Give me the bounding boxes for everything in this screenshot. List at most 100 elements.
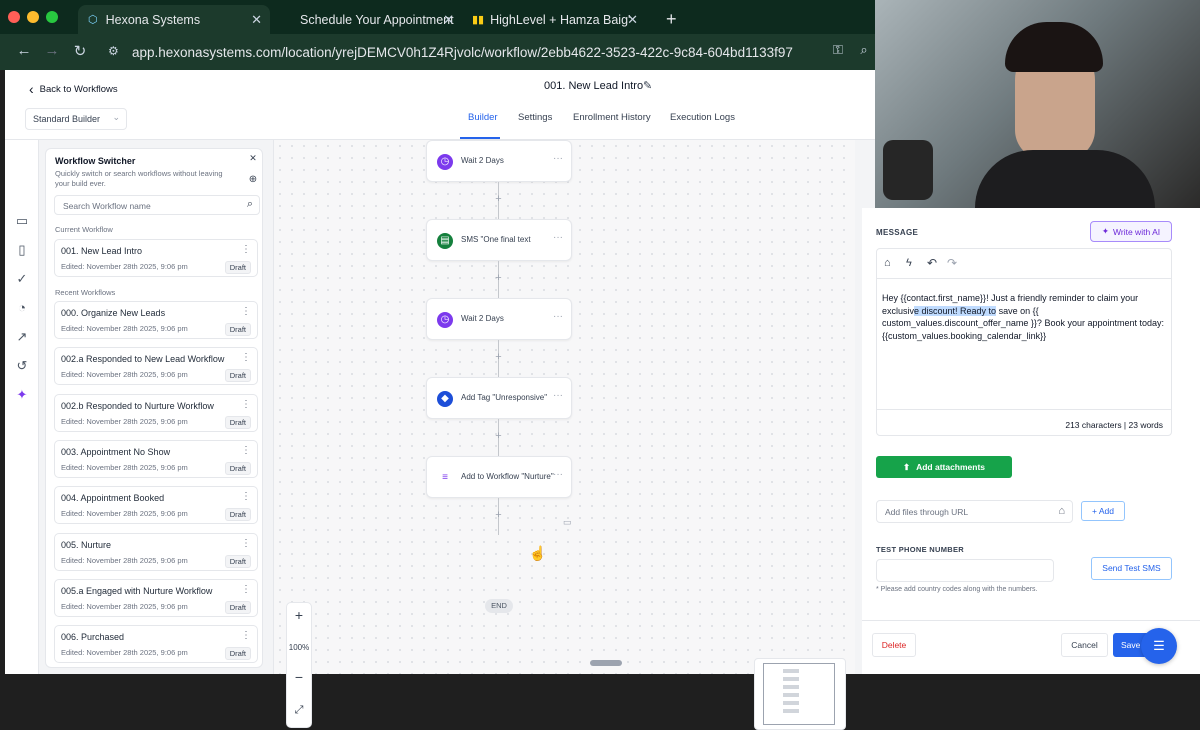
comment-icon[interactable]: ▭: [563, 517, 572, 528]
add-attachments-button[interactable]: ⬆ Add attachments: [876, 456, 1012, 478]
workflow-canvas[interactable]: ◷ Wait 2 Days ··· + ▤ SMS "One final text ··· +…: [273, 140, 855, 730]
workflow-node[interactable]: ◷ Wait 2 Days ···: [426, 298, 572, 340]
add-step-icon[interactable]: +: [493, 352, 504, 363]
more-vertical-icon[interactable]: ⋮: [241, 584, 251, 595]
horizontal-scroll-handle[interactable]: [590, 660, 622, 666]
message-label: MESSAGE: [876, 228, 919, 237]
back-arrow-icon[interactable]: ←: [14, 42, 34, 59]
recent-workflow-card[interactable]: 002.a Responded to New Lead Workflow Edit…: [54, 347, 258, 386]
maximize-window-button[interactable]: [46, 11, 58, 23]
upload-icon: ⬆: [902, 461, 911, 472]
chat-widget-icon[interactable]: ☰: [1141, 628, 1177, 664]
close-icon[interactable]: ✕: [246, 153, 260, 167]
site-settings-icon[interactable]: ⚙: [108, 44, 119, 58]
cancel-button[interactable]: Cancel: [1061, 633, 1108, 657]
clock-history-icon[interactable]: ◔: [15, 301, 29, 315]
add-step-icon[interactable]: +: [493, 194, 504, 205]
workflow-name: 002.b Responded to Nurture Workflow: [61, 400, 214, 411]
message-body[interactable]: Hey {{contact.first_name}}! Just a frien…: [882, 292, 1168, 342]
more-horizontal-icon[interactable]: ···: [553, 311, 563, 322]
add-step-icon[interactable]: +: [493, 431, 504, 442]
sparkle-icon[interactable]: ✦: [15, 388, 29, 402]
recent-workflow-card[interactable]: 002.b Responded to Nurture Workflow Edite…: [54, 393, 258, 432]
close-window-button[interactable]: [8, 11, 20, 23]
workflow-node[interactable]: ◆ Add Tag "Unresponsive" ···: [426, 377, 572, 419]
workflow-node[interactable]: ◷ Wait 2 Days ···: [426, 140, 572, 182]
message-panel: MESSAGE ✦ Write with AI ⌂ ϟ ↶ ↷ Hey {{co…: [862, 208, 1200, 674]
current-workflow-card[interactable]: 001. New Lead Intro Edited: November 28t…: [54, 239, 258, 277]
chat-icon[interactable]: ▭: [15, 214, 29, 228]
minimap-viewport[interactable]: [763, 663, 835, 725]
zoom-in-icon[interactable]: +: [287, 607, 311, 623]
add-step-icon[interactable]: +: [493, 273, 504, 284]
zoom-out-icon[interactable]: −: [287, 669, 311, 685]
more-vertical-icon[interactable]: ⋮: [241, 491, 251, 502]
recent-workflow-card[interactable]: 005.a Engaged with Nurture Workflow Edite…: [54, 578, 258, 617]
minimize-window-button[interactable]: [27, 11, 39, 23]
forward-arrow-icon[interactable]: →: [42, 42, 62, 59]
minimap[interactable]: [754, 658, 846, 730]
close-tab-icon[interactable]: ✕: [627, 12, 638, 28]
close-tab-icon[interactable]: ✕: [443, 12, 454, 28]
add-circle-icon[interactable]: ⊕: [246, 174, 260, 188]
key-icon[interactable]: ⚿: [828, 42, 848, 58]
more-horizontal-icon[interactable]: ···: [553, 390, 563, 401]
tab-settings[interactable]: Settings: [518, 112, 552, 123]
builder-select[interactable]: Standard Builder ⌄: [25, 108, 127, 130]
more-vertical-icon[interactable]: ⋮: [241, 445, 251, 456]
pencil-icon[interactable]: ✎: [643, 79, 652, 92]
tab-execution-logs[interactable]: Execution Logs: [670, 112, 735, 123]
current-workflow-label: Current Workflow: [55, 225, 113, 234]
browser-tab-hexona[interactable]: ⬡ Hexona Systems ✕: [78, 5, 270, 34]
workflow-add-icon: ≡: [442, 472, 448, 483]
history-icon[interactable]: ↺: [15, 359, 29, 373]
reload-icon[interactable]: ↻: [70, 42, 90, 60]
tab-enrollment-history[interactable]: Enrollment History: [573, 112, 651, 123]
tag-icon[interactable]: ⌂: [884, 257, 891, 269]
recent-workflow-card[interactable]: 000. Organize New Leads Edited: November …: [54, 301, 258, 339]
document-icon[interactable]: ▯: [15, 243, 29, 257]
delete-button[interactable]: Delete: [872, 633, 916, 657]
message-editor[interactable]: ⌂ ϟ ↶ ↷ Hey {{contact.first_name}}! Just…: [876, 248, 1172, 436]
more-horizontal-icon[interactable]: ···: [553, 469, 563, 480]
zoom-lens-icon[interactable]: ⌕: [854, 42, 874, 58]
more-horizontal-icon[interactable]: ···: [553, 153, 563, 164]
tab-builder[interactable]: Builder: [468, 112, 498, 123]
external-link-icon[interactable]: ↗: [15, 330, 29, 344]
back-to-workflows-link[interactable]: ‹ Back to Workflows: [29, 81, 118, 97]
add-url-button[interactable]: + Add: [1081, 501, 1125, 521]
more-vertical-icon[interactable]: ⋮: [241, 538, 251, 549]
more-vertical-icon[interactable]: ⋮: [241, 630, 251, 641]
workflow-node[interactable]: ≡ Add to Workflow "Nurture" ···: [426, 456, 572, 498]
browser-tab-highlevel[interactable]: ▮▮ HighLevel + Hamza Baig's Sp ✕: [462, 5, 646, 34]
recent-workflow-card[interactable]: 003. Appointment No Show Edited: November…: [54, 439, 258, 478]
write-with-ai-button[interactable]: ✦ Write with AI: [1090, 221, 1172, 242]
undo-icon[interactable]: ↶: [927, 256, 937, 270]
chevron-left-icon: ‹: [29, 81, 34, 97]
redo-icon[interactable]: ↷: [947, 256, 957, 270]
more-vertical-icon[interactable]: ⋮: [241, 352, 251, 363]
fit-screen-icon[interactable]: ⤢: [287, 704, 311, 717]
add-step-icon[interactable]: +: [493, 510, 504, 521]
more-horizontal-icon[interactable]: ···: [553, 232, 563, 243]
zoom-level: 100%: [288, 643, 310, 652]
more-vertical-icon[interactable]: ⋮: [241, 399, 251, 410]
file-url-input[interactable]: Add files through URL ⌂: [876, 500, 1073, 523]
workflow-node[interactable]: ▤ SMS "One final text ···: [426, 219, 572, 261]
more-vertical-icon[interactable]: ⋮: [241, 244, 251, 255]
send-test-sms-button[interactable]: Send Test SMS: [1091, 557, 1172, 580]
more-vertical-icon[interactable]: ⋮: [241, 306, 251, 317]
close-tab-icon[interactable]: ✕: [251, 12, 262, 28]
test-phone-input[interactable]: [876, 559, 1054, 582]
lightning-icon[interactable]: ϟ: [906, 257, 912, 269]
new-tab-icon[interactable]: +: [656, 5, 686, 34]
search-workflow-input[interactable]: Search Workflow name ⌕: [54, 195, 260, 215]
recent-workflow-card[interactable]: 004. Appointment Booked Edited: November …: [54, 486, 258, 525]
check-circle-icon[interactable]: ✓: [15, 272, 29, 286]
recent-workflow-card[interactable]: 006. Purchased Edited: November 28th 2025…: [54, 625, 258, 664]
recent-workflow-card[interactable]: 005. Nurture Edited: November 28th 2025, …: [54, 532, 258, 571]
url-field[interactable]: ⚙ app.hexonasystems.com/location/yrejDEM…: [100, 39, 870, 65]
end-badge: END: [485, 599, 513, 613]
workflow-name: 002.a Responded to New Lead Workflow: [61, 354, 225, 365]
browser-tab-schedule[interactable]: Schedule Your Appointment ✕: [290, 5, 462, 34]
